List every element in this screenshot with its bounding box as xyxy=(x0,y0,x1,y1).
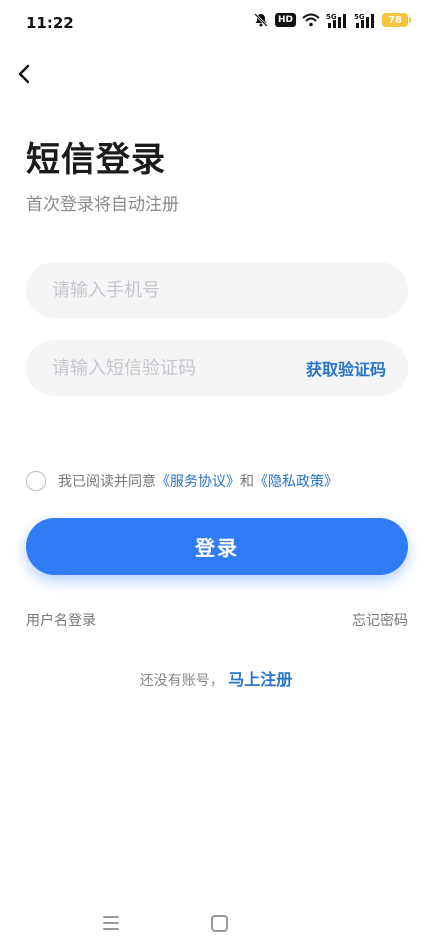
service-agreement-link[interactable]: 《服务协议》 xyxy=(156,471,240,491)
svg-text:5G: 5G xyxy=(326,13,337,21)
code-input[interactable] xyxy=(50,356,294,380)
home-icon[interactable] xyxy=(211,915,228,932)
status-icons: HD 5G 5G 78 xyxy=(253,12,411,28)
agreement-row: 我已阅读并同意 《服务协议》 和 《隐私政策》 xyxy=(26,471,338,491)
signal-5g-icon-2: 5G xyxy=(354,12,376,28)
privacy-policy-link[interactable]: 《隐私政策》 xyxy=(254,471,338,491)
phone-field[interactable] xyxy=(26,262,408,318)
agreement-and: 和 xyxy=(240,474,254,490)
svg-text:5G: 5G xyxy=(354,13,365,21)
phone-input[interactable] xyxy=(50,278,294,302)
wifi-icon xyxy=(302,13,320,27)
status-time: 11:22 xyxy=(26,14,74,32)
agreement-prefix: 我已阅读并同意 xyxy=(58,474,156,490)
page-title: 短信登录 xyxy=(26,140,166,180)
bell-muted-icon xyxy=(253,12,269,28)
login-button[interactable]: 登录 xyxy=(26,518,408,575)
battery-indicator: 78 xyxy=(382,13,411,27)
forgot-password-link[interactable]: 忘记密码 xyxy=(352,610,408,630)
get-code-button[interactable]: 获取验证码 xyxy=(306,356,386,380)
system-nav-bar xyxy=(0,900,432,950)
register-row: 还没有账号， 马上注册 xyxy=(0,666,432,690)
hd-icon: HD xyxy=(274,13,296,27)
chevron-left-icon xyxy=(18,64,30,84)
page-subtitle: 首次登录将自动注册 xyxy=(26,195,179,215)
status-bar: 11:22 HD 5G 5G 78 xyxy=(0,0,432,48)
agreement-checkbox[interactable] xyxy=(26,471,46,491)
menu-icon[interactable] xyxy=(103,916,119,930)
code-field[interactable]: 获取验证码 xyxy=(26,340,408,396)
signal-5g-icon: 5G xyxy=(326,12,348,28)
back-button[interactable] xyxy=(12,60,36,88)
username-login-link[interactable]: 用户名登录 xyxy=(26,610,96,630)
register-link[interactable]: 马上注册 xyxy=(228,670,292,689)
no-account-text: 还没有账号， xyxy=(139,673,224,689)
